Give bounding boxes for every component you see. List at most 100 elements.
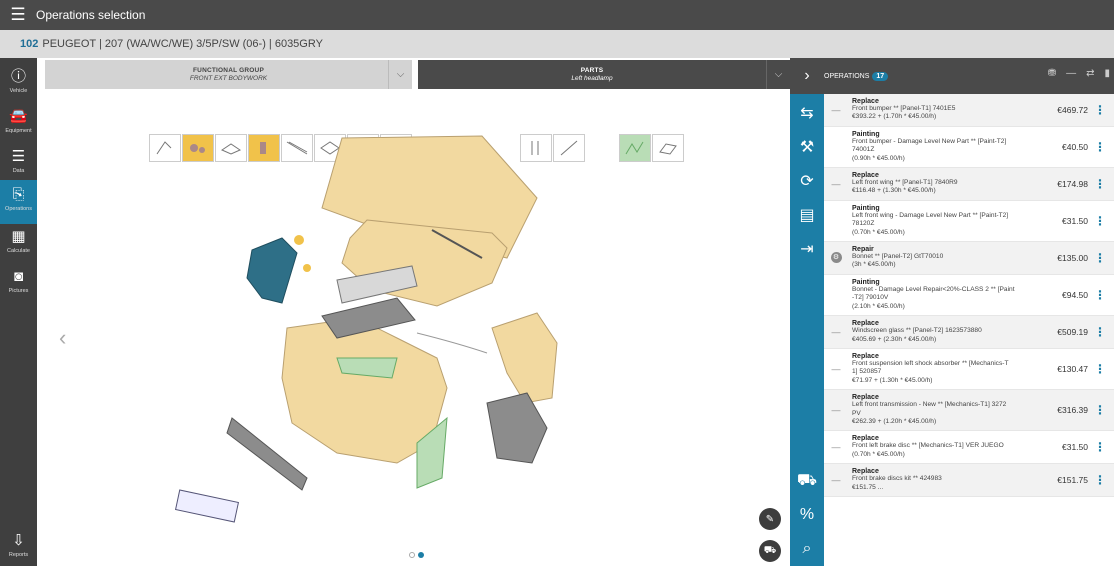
operations-icon: ⎘: [12, 186, 25, 203]
operation-detail: Left front wing - Damage Level New Part …: [852, 211, 1009, 219]
nav-calculate[interactable]: ▦ Calculate: [0, 222, 37, 262]
operation-marker: [824, 275, 848, 315]
operation-content: Replace Front suspension left shock absor…: [852, 349, 1042, 389]
filter-icon[interactable]: ⛃: [1048, 68, 1056, 79]
collapse-icon[interactable]: ⇥: [790, 234, 824, 264]
operation-detail: €405.69 + (2.30h * €45.00/h): [852, 335, 937, 343]
operation-type: Replace: [852, 435, 879, 443]
operation-detail: -T2] 79010V: [852, 294, 889, 302]
operation-type: Repair: [852, 246, 874, 254]
more-options-icon[interactable]: ⋮: [1094, 473, 1106, 487]
operation-detail: (2.10h * €45.00/h): [852, 302, 905, 310]
operation-type: Painting: [852, 204, 880, 212]
diagram-pager: [409, 552, 427, 558]
more-options-icon[interactable]: ⋮: [1094, 214, 1106, 228]
operation-row[interactable]: Painting Bonnet - Damage Level Repair<20%…: [824, 275, 1114, 317]
camera-icon: ◙: [13, 268, 24, 285]
more-options-icon[interactable]: ⋮: [1094, 288, 1106, 302]
operation-content: Repair Bonnet ** [Panel-T2] GtT70010 (3h *…: [852, 242, 1042, 274]
car-settings-icon[interactable]: ⛟: [790, 466, 824, 496]
nav-label: Calculate: [7, 248, 30, 254]
page-dot[interactable]: [409, 552, 415, 558]
operation-type: Replace: [852, 468, 879, 476]
operations-toolbar: ⇆ ⚒ ⟳ ▤ ⇥ ⛟ % ⌕: [790, 58, 824, 566]
search-icon[interactable]: ⌕: [790, 534, 824, 564]
sort-icon[interactable]: ⇄: [1086, 68, 1094, 79]
operation-type: Replace: [852, 320, 879, 328]
operation-price: €469.72: [1057, 104, 1088, 115]
hamburger-icon[interactable]: ☰: [0, 0, 36, 30]
nav-equipment[interactable]: 🚘 Equipment: [0, 102, 37, 142]
more-options-icon[interactable]: ⋮: [1094, 440, 1106, 454]
swap-icon[interactable]: ⇆: [790, 98, 824, 128]
operation-price: €31.50: [1062, 442, 1088, 453]
pin-icon[interactable]: ✎: [759, 508, 781, 530]
info-icon: ⓘ: [10, 68, 26, 85]
operation-price: €94.50: [1062, 289, 1088, 300]
previous-page-icon[interactable]: ‹: [59, 325, 66, 351]
operation-row[interactable]: ⚙ Repair Bonnet ** [Panel-T2] GtT70010 (3h …: [824, 242, 1114, 275]
operation-price: €174.98: [1057, 178, 1088, 189]
hammer-icon[interactable]: ⚒: [790, 132, 824, 162]
vehicle-bar: 102 PEUGEOT | 207 (WA/WC/WE) 3/5P/SW (06…: [0, 30, 1114, 58]
operation-detail: (0.90h * €45.00/h): [852, 154, 905, 162]
refresh-icon[interactable]: ⟳: [790, 166, 824, 196]
exploded-parts-diagram[interactable]: [37, 58, 790, 566]
operation-marker: —: [831, 178, 841, 189]
operation-detail: (0.70h * €45.00/h): [852, 228, 905, 236]
operation-marker: —: [831, 104, 841, 115]
nav-pictures[interactable]: ◙ Pictures: [0, 262, 37, 302]
chevron-right-icon[interactable]: ›: [790, 67, 824, 85]
operation-detail: €262.39 + (1.20h * €45.00/h): [852, 417, 937, 425]
operation-content: Painting Bonnet - Damage Level Repair<20%…: [852, 275, 1042, 315]
vehicle-view-icon[interactable]: ⛟: [759, 540, 781, 562]
operation-row[interactable]: — Replace Left front transmission - New **…: [824, 390, 1114, 432]
operation-row[interactable]: Painting Left front wing - Damage Level N…: [824, 201, 1114, 243]
top-bar: ☰ Operations selection: [0, 0, 1114, 30]
operation-content: Painting Left front wing - Damage Level N…: [852, 201, 1042, 241]
operation-marker: [824, 127, 848, 167]
discount-icon[interactable]: %: [790, 500, 824, 530]
operation-row[interactable]: — Replace Front left brake disc ** [Mechan…: [824, 431, 1114, 465]
page-dot-active[interactable]: [418, 552, 424, 558]
bolt-part: [303, 264, 311, 272]
operation-content: Replace Left front transmission - New ** …: [852, 390, 1042, 430]
delete-icon[interactable]: ▮: [1104, 68, 1110, 79]
operation-detail: Bonnet ** [Panel-T2] GtT70010: [852, 253, 944, 261]
more-options-icon[interactable]: ⋮: [1094, 251, 1106, 265]
nav-reports[interactable]: ⇩ Reports: [0, 526, 37, 566]
more-options-icon[interactable]: ⋮: [1094, 325, 1106, 339]
operation-content: Replace Front brake discs kit ** 424983 €1…: [852, 464, 1042, 496]
nav-operations[interactable]: ⎘ Operations: [0, 180, 37, 224]
operation-type: Painting: [852, 130, 880, 138]
parts-diagram-area: FUNCTIONAL GROUP FRONT EXT BODYWORK ⌵ PA…: [37, 58, 790, 566]
operation-marker: —: [831, 475, 841, 486]
operation-row[interactable]: — Replace Front brake discs kit ** 424983 €…: [824, 464, 1114, 497]
operations-tools: ⛃ — ⇄ ▮: [1038, 68, 1110, 79]
wheel-arch-part: [486, 392, 548, 464]
operation-detail: Front bumper ** [Panel-T1] 7401E5: [852, 105, 956, 112]
operation-row[interactable]: — Replace Left front wing ** [Panel-T1] 78…: [824, 168, 1114, 201]
minus-icon[interactable]: —: [1066, 68, 1076, 79]
nav-label: Pictures: [8, 288, 29, 294]
nav-vehicle[interactable]: ⓘ Vehicle: [0, 62, 37, 102]
operation-row[interactable]: Painting Front bumper - Damage Level New …: [824, 127, 1114, 169]
operation-marker: [824, 201, 848, 241]
left-sidebar: ⓘ Vehicle 🚘 Equipment ☰ Data ⎘ Operation…: [0, 58, 37, 566]
operation-marker: —: [831, 405, 841, 416]
bolt-part: [294, 235, 304, 245]
operation-row[interactable]: — Replace Front bumper ** [Panel-T1] 7401E…: [824, 94, 1114, 127]
more-options-icon[interactable]: ⋮: [1094, 362, 1106, 376]
more-options-icon[interactable]: ⋮: [1094, 403, 1106, 417]
operation-marker: —: [831, 364, 841, 375]
licence-plate-part: [174, 489, 240, 523]
spreadsheet-icon[interactable]: ▤: [790, 200, 824, 230]
nav-data[interactable]: ☰ Data: [0, 142, 37, 182]
more-options-icon[interactable]: ⋮: [1094, 177, 1106, 191]
more-options-icon[interactable]: ⋮: [1094, 140, 1106, 154]
page-title: Operations selection: [36, 8, 146, 22]
operation-marker: —: [831, 442, 841, 453]
more-options-icon[interactable]: ⋮: [1094, 103, 1106, 117]
operation-row[interactable]: — Replace Windscreen glass ** [Panel-T2] 1…: [824, 316, 1114, 349]
operation-row[interactable]: — Replace Front suspension left shock abso…: [824, 349, 1114, 391]
